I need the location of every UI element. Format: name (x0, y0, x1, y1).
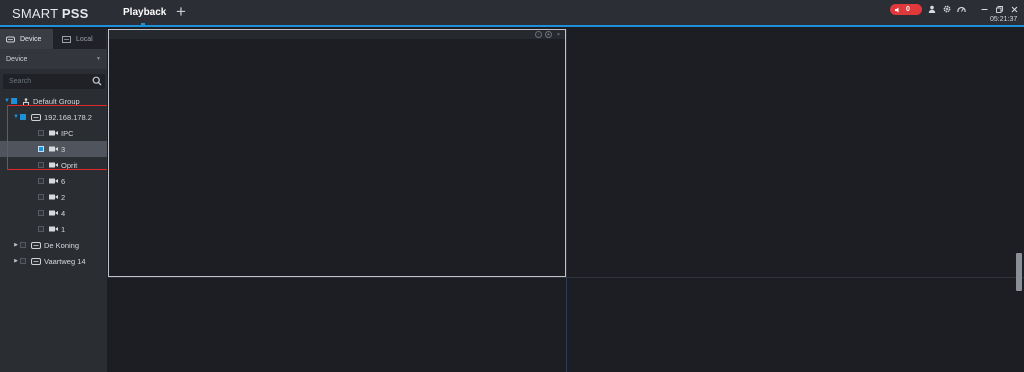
camera-icon (49, 194, 58, 200)
close-icon[interactable]: × (555, 31, 562, 38)
tree-item-label: 2 (61, 192, 66, 202)
tree-item-device-vaartweg-14[interactable]: ▶ Vaartweg 14 (0, 253, 107, 269)
tree-item-channel-3[interactable]: 3 (0, 141, 107, 157)
snapshot-icon[interactable]: ◦ (535, 31, 542, 38)
tree-item-label: De Koning (44, 240, 80, 250)
video-pane-1[interactable]: ◦ + × (108, 29, 566, 277)
camera-icon (49, 162, 58, 168)
camera-icon (49, 146, 58, 152)
tree-checkbox[interactable] (38, 146, 44, 152)
tab-local-label: Local (76, 35, 93, 43)
tree-item-label: 4 (61, 208, 66, 218)
expand-arrow-icon[interactable]: ▶ (12, 258, 20, 264)
performance-gauge-icon[interactable] (955, 3, 967, 15)
search-input[interactable]: Search (3, 74, 105, 89)
tree-item-label: IPC (61, 128, 74, 138)
tree-item-channel-6[interactable]: 6 (0, 173, 107, 189)
user-icon[interactable] (926, 3, 938, 15)
nvr-device-icon (31, 257, 41, 265)
add-tab-button[interactable]: + (176, 3, 186, 20)
zoom-icon[interactable]: + (545, 31, 552, 38)
search-placeholder: Search (9, 78, 32, 85)
smart-pss-window: SMART PSS Playback + 0 05:21:37 Device L… (0, 0, 1024, 372)
tree-item-label: 1 (61, 224, 66, 234)
tree-item-label: 3 (61, 144, 66, 154)
tab-playback[interactable]: Playback (123, 7, 166, 18)
restore-icon[interactable] (993, 3, 1005, 15)
nvr-device-icon (31, 113, 41, 121)
video-grid: ◦ + × (107, 29, 1024, 372)
tree-checkbox[interactable] (20, 258, 26, 264)
tab-local[interactable]: Local (53, 29, 106, 49)
expand-arrow-icon[interactable]: ▼ (3, 98, 11, 104)
expand-arrow-icon[interactable]: ▶ (12, 242, 20, 248)
dropdown-value: Device (6, 55, 28, 63)
pane-controls: ◦ + × (535, 31, 562, 38)
tree-item-label: 192.168.178.2 (44, 112, 92, 122)
chevron-down-icon: ▼ (96, 56, 101, 62)
device-sidebar: Device Local Device ▼ Search ▼ Default G… (0, 29, 107, 372)
clock: 05:21:37 (990, 16, 1018, 23)
video-pane-3[interactable] (108, 277, 566, 372)
camera-icon (49, 210, 58, 216)
nvr-device-icon (31, 241, 41, 249)
local-folder-icon (62, 35, 71, 43)
tree-checkbox[interactable] (20, 114, 26, 120)
tree-item-label: Default Group (33, 96, 80, 106)
tree-item-default-group[interactable]: ▼ Default Group (0, 93, 107, 109)
tree-item-channel-oprit[interactable]: Oprit (0, 157, 107, 173)
camera-icon (49, 178, 58, 184)
tree-checkbox[interactable] (11, 98, 17, 104)
tab-device[interactable]: Device (0, 29, 53, 49)
alarm-speaker-icon (895, 7, 899, 12)
tree-item-channel-2[interactable]: 2 (0, 189, 107, 205)
camera-icon (49, 130, 58, 136)
active-tab-indicator (141, 23, 145, 25)
tree-item-label: Vaartweg 14 (44, 256, 86, 266)
settings-gear-icon[interactable] (941, 3, 953, 15)
tab-device-label: Device (20, 35, 42, 43)
alarm-button[interactable]: 0 (890, 4, 922, 15)
tree-checkbox[interactable] (38, 194, 44, 200)
tree-item-channel-ipc[interactable]: IPC (0, 125, 107, 141)
tree-checkbox[interactable] (38, 162, 44, 168)
tree-checkbox[interactable] (38, 226, 44, 232)
sidebar-tabs: Device Local (0, 29, 107, 49)
app-logo: SMART PSS (12, 6, 89, 21)
video-pane-4[interactable] (566, 277, 1024, 372)
tree-checkbox[interactable] (38, 178, 44, 184)
tree-item-channel-1[interactable]: 1 (0, 221, 107, 237)
tree-item-label: Oprit (61, 160, 78, 170)
tree-item-device-192-168-178-2[interactable]: ▼ 192.168.178.2 (0, 109, 107, 125)
tree-item-label: 6 (61, 176, 66, 186)
search-icon[interactable] (92, 76, 102, 86)
expand-arrow-icon[interactable]: ▼ (12, 114, 20, 120)
tree-checkbox[interactable] (38, 130, 44, 136)
camera-icon (49, 226, 58, 232)
tree-checkbox[interactable] (38, 210, 44, 216)
timeline-panel-handle[interactable] (1016, 253, 1022, 291)
tree-item-device-de-koning[interactable]: ▶ De Koning (0, 237, 107, 253)
tree-checkbox[interactable] (20, 242, 26, 248)
pane-header: ◦ + × (109, 30, 565, 39)
close-icon[interactable] (1008, 3, 1020, 15)
video-pane-2[interactable] (566, 29, 1024, 277)
tree-item-channel-4[interactable]: 4 (0, 205, 107, 221)
title-bar: SMART PSS Playback + 0 05:21:37 (0, 0, 1024, 27)
group-icon (23, 97, 29, 105)
minimize-icon[interactable] (978, 3, 990, 15)
device-icon (6, 36, 15, 42)
device-type-dropdown[interactable]: Device ▼ (0, 49, 107, 69)
alarm-count: 0 (906, 6, 910, 13)
